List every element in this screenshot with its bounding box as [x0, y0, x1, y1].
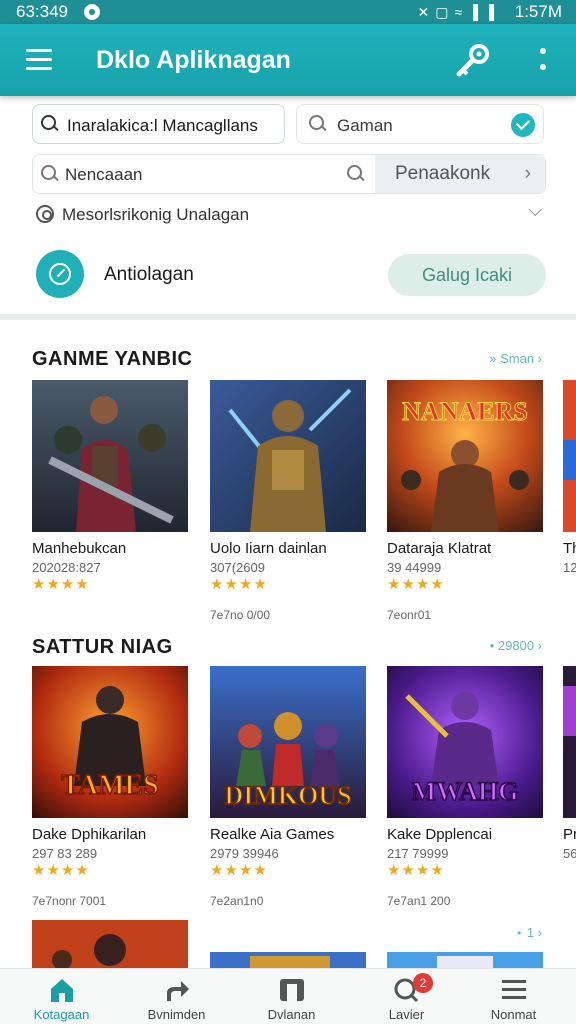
game-name: Uolo Iiarn dainlan: [210, 540, 327, 557]
search-icon: [41, 165, 59, 183]
app-title: Dklo Apliknagan: [96, 46, 291, 74]
chevron-right-icon: ›: [524, 163, 531, 184]
game-thumbnail: DIMKOUS: [210, 666, 366, 818]
check-icon[interactable]: [511, 113, 535, 137]
game-meta: 202028:827: [32, 560, 101, 575]
game-name: Pr: [563, 826, 576, 843]
hamburger-menu-icon[interactable]: [26, 49, 52, 71]
app-avatar-icon[interactable]: [36, 250, 84, 298]
game-thumbnail: [563, 380, 576, 532]
game-thumbnail: MWAHG: [387, 666, 543, 818]
search-input-tertiary-value: Nencaaan: [65, 165, 143, 184]
rating-stars: ★★★★: [210, 576, 268, 593]
nav-tab-label: Kotagaan: [33, 1007, 90, 1022]
search-icon: [309, 115, 327, 133]
home-icon: [51, 979, 73, 1002]
status-time-left: 63:349: [16, 2, 68, 21]
nav-tab-label: Dvlanan: [267, 1007, 316, 1022]
search-action-label: Penaakonk: [395, 163, 491, 184]
thumbnail-title: MWAHG: [412, 777, 519, 806]
rating-stars: ★★★★: [32, 862, 90, 879]
rating-stars: ★★★★: [387, 862, 445, 879]
game-thumbnail-partial[interactable]: [210, 952, 366, 968]
game-thumbnail: [210, 380, 366, 532]
game-thumbnail-partial[interactable]: [387, 952, 543, 968]
game-name: Manhebukcan: [32, 540, 127, 557]
search-input-secondary-value: Gaman: [337, 116, 393, 135]
game-thumbnail: TAMES: [32, 666, 188, 818]
section-link-1[interactable]: » Sman ›: [489, 351, 542, 366]
game-meta: 217 79999: [387, 846, 449, 861]
game-extra: 7e7an1 200: [387, 894, 451, 908]
game-extra: 7e2an1n0: [210, 894, 264, 908]
search-action-button[interactable]: Penaakonk ›: [375, 155, 545, 193]
sort-dropdown[interactable]: Mesorlsrikonig Unalagan ⌵: [32, 200, 546, 228]
key-icon[interactable]: [454, 42, 492, 80]
game-meta: 307(2609: [210, 560, 265, 575]
rating-stars: ★★★★: [210, 862, 268, 879]
game-meta: 2979 39946: [210, 846, 279, 861]
more-options-icon[interactable]: [534, 46, 552, 76]
section-divider: [0, 314, 576, 320]
game-name: Th: [563, 540, 576, 557]
status-bar: 63:349 ✕▢≈▐▐ 1:57M: [0, 0, 576, 24]
game-name: Realke Aia Games: [210, 826, 335, 843]
game-card-partial[interactable]: Pr 56: [563, 666, 576, 866]
game-extra: 7e7nonr 7001: [32, 894, 107, 908]
notification-badge: 2: [413, 973, 433, 993]
sort-icon: [36, 205, 54, 223]
game-name: Dake Dphikarilan: [32, 826, 147, 843]
nav-tab-share[interactable]: Bvnimden: [119, 969, 234, 1024]
app-row-label: Antiolagan: [104, 264, 194, 285]
search-input-primary[interactable]: Inaralakica:l Mancagllans: [32, 104, 285, 144]
app-action-label: Galug Icaki: [421, 265, 513, 285]
game-extra: 7eonr01: [387, 608, 432, 622]
search-input-tertiary[interactable]: Nencaaan Penaakonk ›: [32, 154, 546, 194]
game-name: Dataraja Klatrat: [387, 540, 492, 557]
thumbnail-title: NANAERS: [402, 397, 528, 426]
game-meta: 297 83 289: [32, 846, 98, 861]
section-link-3[interactable]: ⋆ 1 ›: [515, 925, 542, 941]
game-meta: 39 44999: [387, 560, 442, 575]
search-input-secondary[interactable]: Gaman: [296, 104, 544, 144]
section-title-1: GANME YANBIC: [32, 348, 193, 370]
game-extra: 7e7no 0/00: [210, 608, 271, 622]
rating-stars: ★★★★: [32, 576, 90, 593]
nav-tab-label: Nonmat: [490, 1007, 537, 1022]
chevron-down-icon: ⌵: [528, 200, 542, 220]
share-icon: [167, 981, 189, 1001]
search-icon: [41, 115, 59, 133]
game-thumbnail-partial[interactable]: [32, 920, 188, 968]
game-thumbnail: [32, 380, 188, 532]
game-meta: 12: [563, 560, 576, 575]
game-thumbnail: [563, 666, 576, 818]
thumbnail-title: DIMKOUS: [224, 781, 351, 810]
game-thumbnail: NANAERS: [387, 380, 543, 532]
sort-label: Mesorlsrikonig Unalagan: [62, 205, 250, 224]
section-link-2[interactable]: • 29800 ›: [490, 638, 542, 653]
rating-stars: ★★★★: [387, 576, 445, 593]
status-time-right: 1:57M: [514, 2, 562, 21]
game-name: Kake Dpplencai: [387, 826, 493, 843]
nav-tab-label: Lavier: [388, 1007, 425, 1022]
library-icon: [280, 979, 304, 1001]
thumbnail-title: TAMES: [61, 770, 159, 801]
nav-tab-home[interactable]: Kotagaan: [4, 969, 119, 1024]
nav-tab-library[interactable]: Dvlanan: [234, 969, 349, 1024]
app-action-button[interactable]: Galug Icaki: [388, 254, 546, 296]
app-bar: Dklo Apliknagan: [0, 24, 576, 96]
section-title-2: SATTUR NIAG: [32, 636, 173, 658]
nav-tab-chat[interactable]: 2 Lavier: [349, 969, 464, 1024]
game-meta: 56: [563, 846, 576, 861]
nav-tab-label: Bvnimden: [147, 1007, 206, 1022]
nav-tab-menu[interactable]: Nonmat: [456, 969, 571, 1024]
notification-icon: [84, 4, 100, 20]
menu-icon: [502, 980, 526, 999]
game-card-partial[interactable]: Th 12: [563, 380, 576, 580]
bottom-navigation: Kotagaan Bvnimden Dvlanan 2 Lavier Nonma…: [0, 968, 576, 1024]
search-input-primary-value: Inaralakica:l Mancagllans: [67, 116, 258, 135]
status-icons: ✕▢≈▐▐: [417, 4, 500, 20]
search-submit-icon[interactable]: [347, 165, 365, 183]
